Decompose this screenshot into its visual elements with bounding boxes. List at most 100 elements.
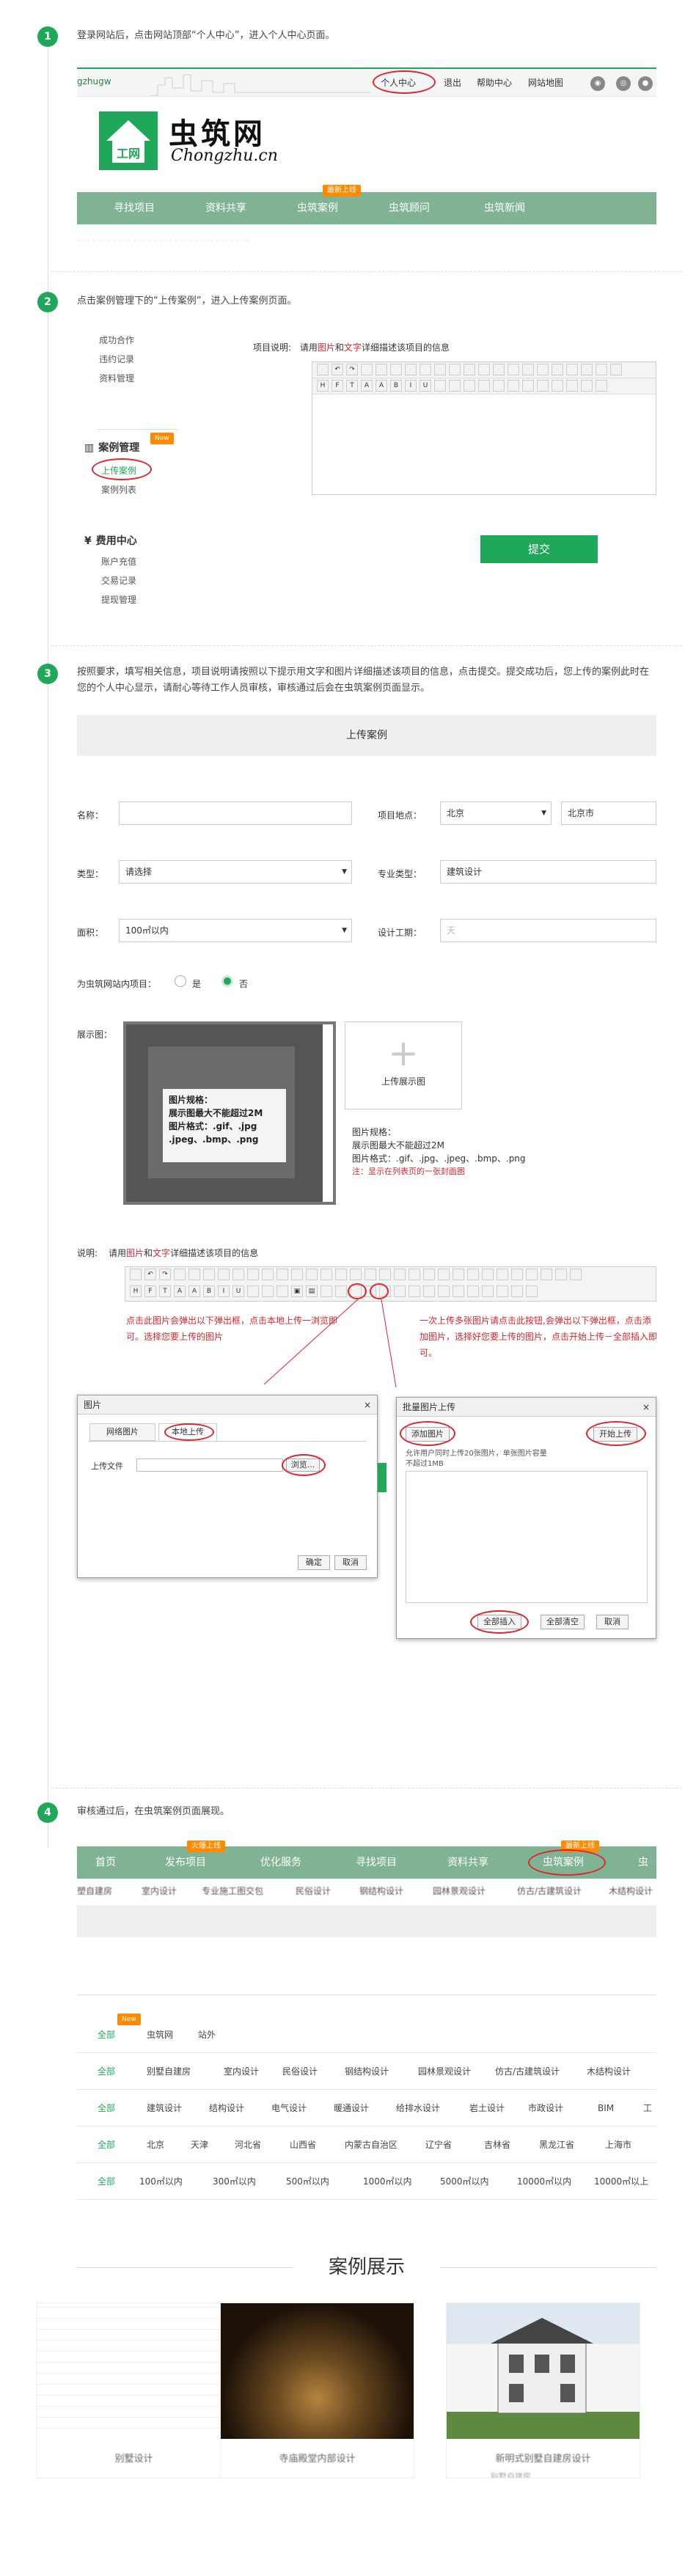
type-label: 类型： (77, 869, 104, 879)
batch-note: 允许用户同时上传20张图片，单张图片容量不超过1MB (406, 1450, 547, 1468)
step-text: 登录网站后，点击网站顶部“个人中心”，进入个人中心页面。 (77, 30, 335, 41)
filter-row-area: 全部 100㎡以内 300㎡以内 500㎡以内 1000㎡以内 5000㎡以内 … (77, 2163, 656, 2200)
nav-resources[interactable]: 资料共享 (447, 1846, 488, 1879)
close-icon[interactable]: × (364, 1395, 371, 1414)
period-label: 设计工期： (378, 928, 422, 938)
filter-row-region: 全部 北京 天津 河北省 山西省 内蒙古自治区 辽宁省 吉林省 黑龙江省 上海市 (77, 2127, 656, 2163)
link-help[interactable]: 帮助中心 (477, 76, 512, 89)
logo-subtext: Chongzhu.cn (171, 147, 278, 165)
step-number: 3 (37, 664, 58, 684)
filter-row-major: 全部 建筑设计 结构设计 电气设计 暖通设计 给排水设计 岩土设计 市政设计 B… (77, 2090, 656, 2127)
subnav-blurred: · · · · · · · · · · · · · · · · · · · · … (77, 236, 249, 246)
filter-row-source: 全部 虫筑网 站外 (77, 2017, 656, 2053)
menu-item-breach[interactable]: 违约记录 (99, 350, 134, 369)
area-select[interactable]: 100㎡以内 ▼ (119, 919, 352, 942)
case-title: 别墅设计 (114, 2454, 153, 2465)
nav-home[interactable]: 首页 (95, 1846, 116, 1879)
major-label: 专业类型： (378, 869, 422, 879)
area-label: 面积： (77, 928, 104, 938)
name-input[interactable] (119, 801, 352, 825)
highlight-oval (164, 1423, 214, 1441)
highlight-oval (470, 1610, 529, 1634)
nav-resources[interactable]: 资料共享 (205, 192, 246, 224)
ok-button[interactable]: 确定 (298, 1555, 330, 1570)
image-upload-icon[interactable]: ▣ (291, 1285, 303, 1297)
link-sitemap[interactable]: 网站地图 (528, 76, 563, 89)
case-card[interactable]: 新明式别墅自建房设计 别墅自建房 (446, 2302, 640, 2478)
fee-center-title: ¥ 费用中心 (84, 535, 137, 547)
nav-more[interactable]: 虫 (638, 1846, 648, 1879)
highlight-oval (373, 70, 436, 94)
menu-case-list[interactable]: 案例列表 (101, 483, 136, 496)
nav-optimize[interactable]: 优化服务 (260, 1846, 301, 1879)
major-select[interactable]: 建筑设计 (440, 860, 656, 884)
nav-advisor[interactable]: 虫筑顾问 (389, 192, 430, 224)
logo-mark: 工网 (99, 111, 158, 170)
weibo-icon[interactable]: ◎ (616, 76, 631, 91)
yen-icon: ¥ (84, 535, 92, 547)
editor-toolbar-full: ↶ ↷ H F T A A B I U ▣ ▤ (125, 1266, 656, 1302)
period-input[interactable]: 天 (440, 919, 656, 942)
image-dialog: 图片 × 网络图片 本地上传 上传文件 浏览... 确定 取消 (77, 1395, 378, 1578)
user-menu: 成功合作 违约记录 资料管理 (99, 331, 134, 388)
case-title: 新明式别墅自建房设计 (495, 2454, 591, 2465)
file-input[interactable] (136, 1458, 283, 1472)
type-select[interactable]: 请选择 ▼ (119, 860, 352, 884)
submit-button[interactable]: 提交 (480, 535, 598, 563)
qq-icon[interactable]: ◉ (590, 76, 605, 91)
file-label: 上传文件 (91, 1461, 123, 1471)
upload-form-title: 上传案例 (77, 715, 656, 756)
province-select[interactable]: 北京 ▼ (440, 801, 552, 825)
upload-list-area (406, 1471, 648, 1603)
editor-toolbar-2: HFTAABIU (312, 378, 656, 395)
case-card[interactable]: 寺庙殿堂内部设计 (220, 2302, 414, 2478)
nav-find-project[interactable]: 寻找项目 (356, 1846, 397, 1879)
multi-image-upload-icon[interactable]: ▤ (306, 1285, 318, 1297)
step-text: 点击案例管理下的“上传案例”，进入上传案例页面。 (77, 296, 297, 307)
nav-news[interactable]: 虫筑新闻 (484, 192, 525, 224)
dropdown-arrow-icon: ▼ (541, 810, 546, 817)
step-number: 2 (37, 292, 58, 312)
rich-text-editor[interactable]: ↶ ↷ HFTAABIU (312, 362, 656, 495)
divider (98, 429, 178, 430)
case-thumbnail (221, 2303, 414, 2439)
city-select[interactable]: 北京市 (561, 801, 656, 825)
dropdown-arrow-icon: ▼ (342, 927, 347, 934)
new-online-badge: 最新上线 (323, 185, 361, 197)
link-logout[interactable]: 退出 (444, 76, 461, 89)
cancel-button[interactable]: 取消 (334, 1555, 367, 1570)
menu-item-files[interactable]: 资料管理 (99, 369, 134, 388)
display-image-label: 展示图： (77, 1030, 113, 1040)
display-image-preview: 图片规格： 展示图最大不能超过2M 图片格式：.gif、.jpg .jpeg、.… (123, 1021, 336, 1205)
desc-hint: 请用图片和文字详细描述该项目的信息 (109, 1248, 259, 1258)
highlight-oval (528, 1849, 606, 1876)
case-showcase-title: 案例展示 (293, 2250, 440, 2285)
close-icon[interactable]: × (642, 1398, 650, 1417)
location-label: 项目地点： (378, 810, 422, 821)
radio-yes[interactable] (175, 975, 186, 987)
clear-all-button[interactable]: 全部清空 (541, 1615, 585, 1629)
nav-cases[interactable]: 虫筑案例 (297, 192, 338, 224)
menu-withdraw[interactable]: 提现管理 (101, 590, 136, 609)
menu-transactions[interactable]: 交易记录 (101, 571, 136, 590)
menu-recharge[interactable]: 账户充值 (101, 552, 136, 571)
separator (51, 645, 682, 646)
desc-label-row: 项目说明: 请用图片和文字详细描述该项目的信息 (253, 342, 450, 353)
case-thumbnail (447, 2303, 640, 2439)
step-number: 1 (37, 26, 58, 47)
nav-find-project[interactable]: 寻找项目 (114, 192, 155, 224)
cancel-button[interactable]: 取消 (596, 1615, 629, 1629)
radio-no[interactable] (221, 975, 233, 987)
step-number: 4 (37, 1802, 58, 1823)
menu-item-cooperation[interactable]: 成功合作 (99, 331, 134, 350)
case-title: 寺庙殿堂内部设计 (279, 2454, 356, 2465)
main-nav: 寻找项目 资料共享 虫筑案例 虫筑顾问 虫筑新闻 (77, 192, 656, 224)
tab-web-image[interactable]: 网络图片 (89, 1423, 155, 1441)
username-text: gzhugw (77, 76, 111, 87)
upload-display-image-button[interactable]: + 上传展示图 (345, 1021, 462, 1109)
case-subtitle: 别墅自建房 (491, 2472, 531, 2478)
wechat-icon[interactable]: ● (638, 76, 653, 91)
step-text: 按照要求，填写相关信息，项目说明请按照以下提示用文字和图片详细描述该项目的信息，… (77, 667, 650, 694)
annotation-left: 点击此图片会弹出以下弹出框，点击本地上传一浏览即可。选择您要上传的图片 (126, 1315, 338, 1342)
case-card[interactable]: 别墅设计 (37, 2302, 231, 2478)
